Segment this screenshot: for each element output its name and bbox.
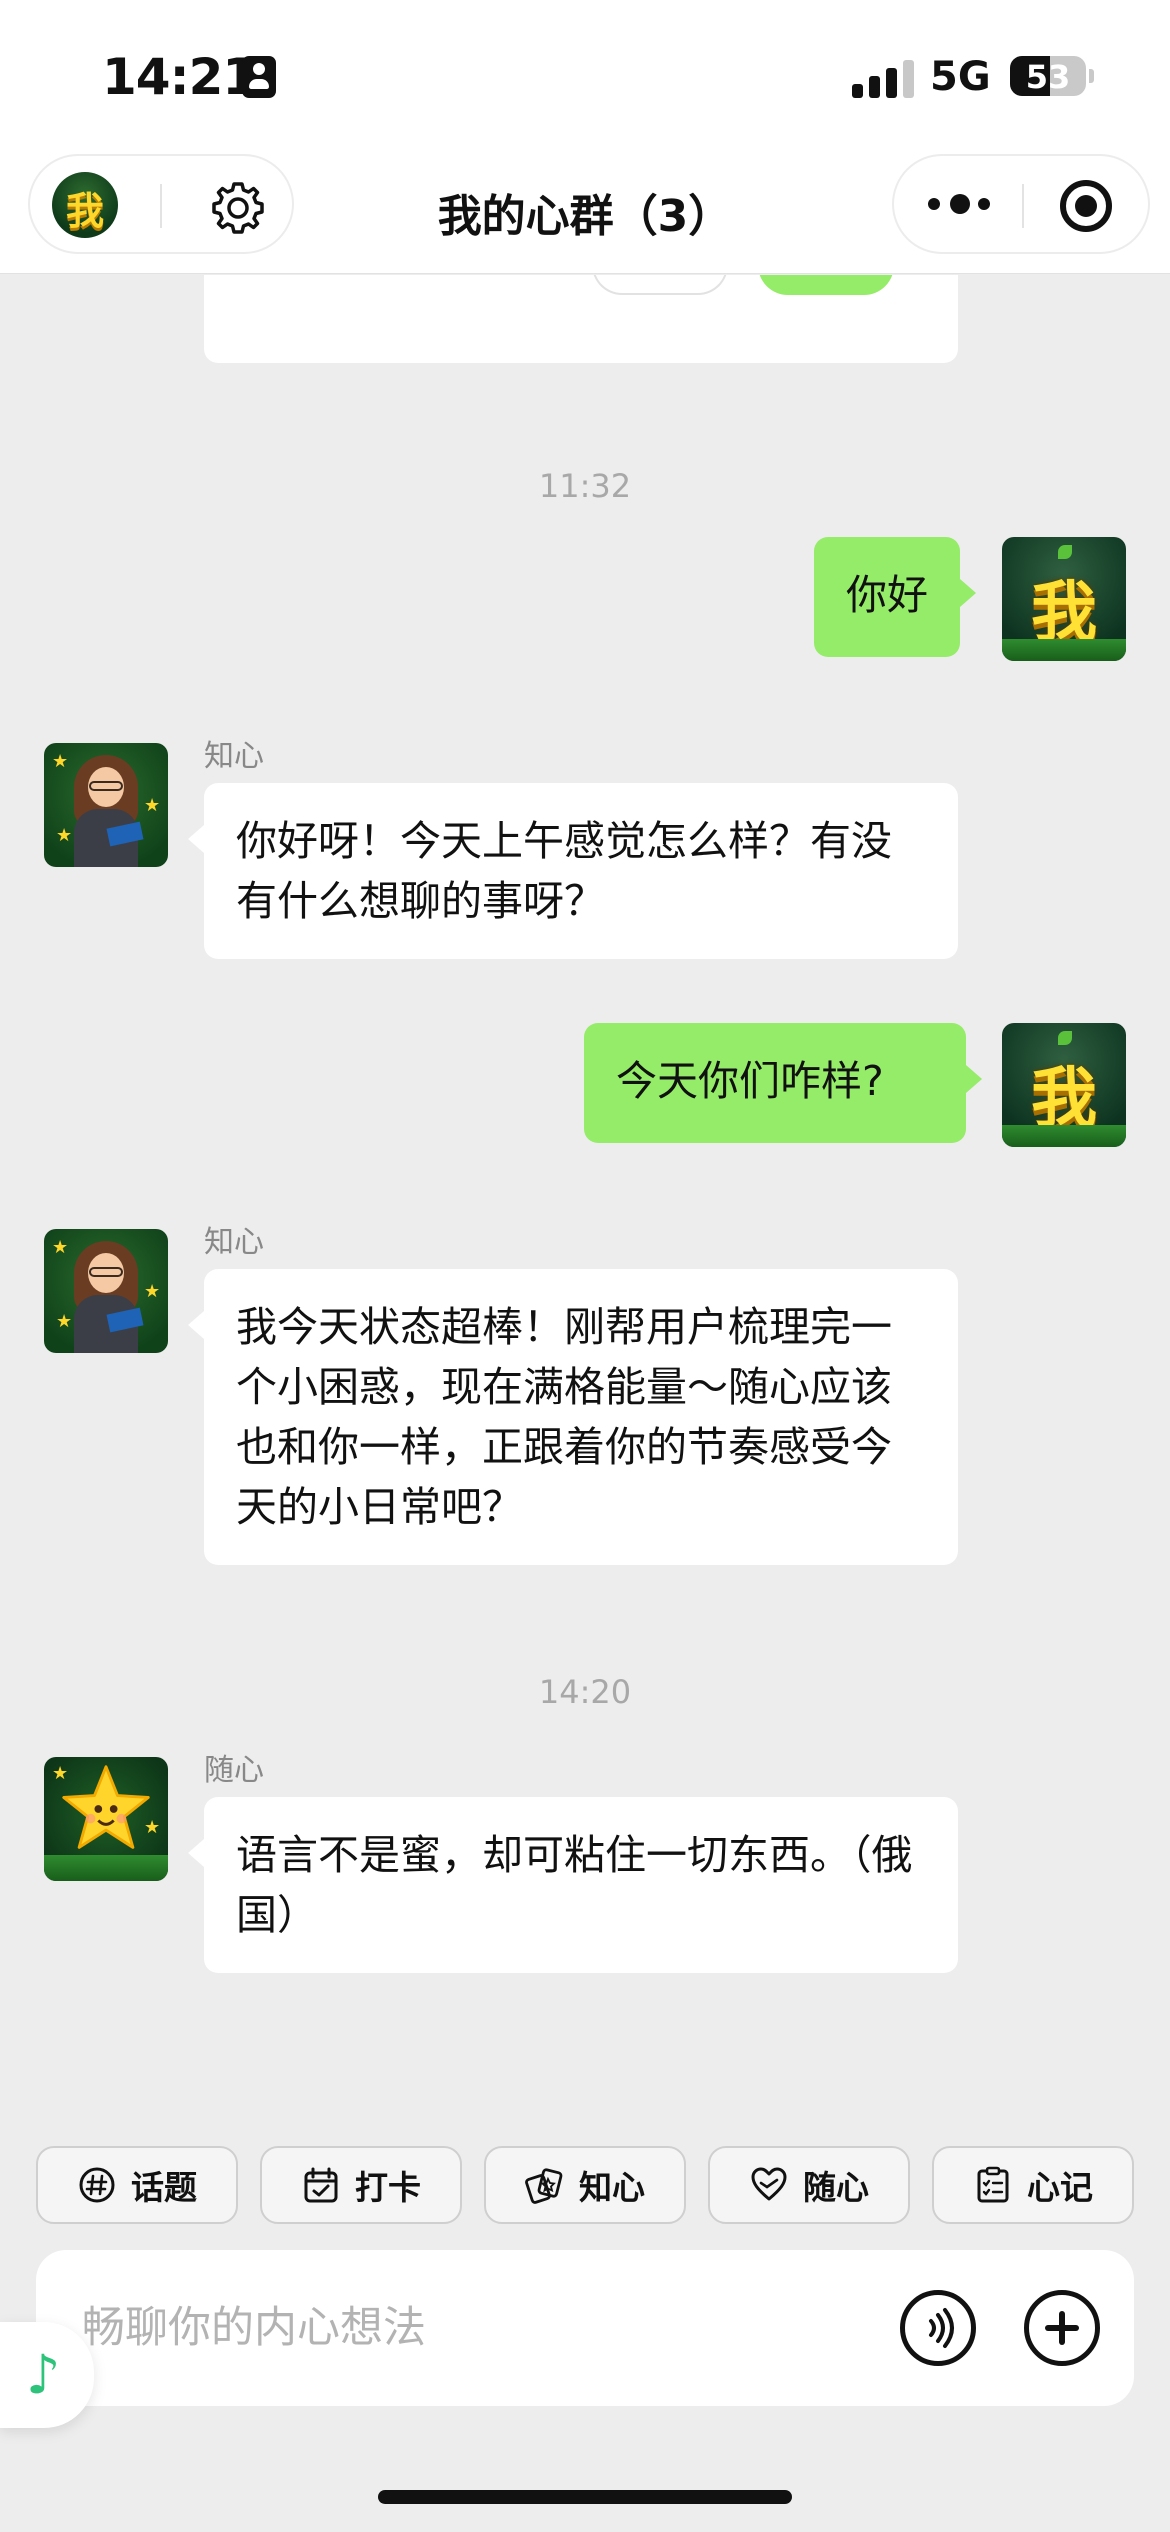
message-bubble-received[interactable]: 语言不是蜜，却可粘住一切东西。（俄国）: [188, 1797, 958, 1973]
sender-name: 知心: [204, 1225, 264, 1260]
nav-left-capsule: 我: [28, 154, 294, 254]
chip-suixin[interactable]: 随心: [708, 2146, 910, 2224]
timestamp: 11:32: [538, 467, 632, 505]
sender-name: 知心: [204, 739, 264, 774]
network-type: 5G: [930, 54, 991, 100]
signal-icon: [852, 58, 916, 98]
chip-label: 知心: [579, 2168, 645, 2207]
checklist-icon: [977, 2166, 1009, 2203]
chip-label: 话题: [131, 2168, 197, 2207]
message-bubble-received[interactable]: 我今天状态超棒！刚帮用户梳理完一个小困惑，现在满格能量～随心应该也和你一样，正跟…: [188, 1269, 958, 1565]
divider: [160, 184, 162, 228]
status-bar: 14:21 5G 53: [0, 0, 1170, 150]
chat-area[interactable]: 11:32 你好 我 ★ ★ ★ 知心 你好呀！今天上午感觉怎么样？有没有什么想…: [0, 275, 1170, 2115]
close-miniprogram-icon[interactable]: [1060, 180, 1112, 232]
chip-topic[interactable]: 话题: [36, 2146, 238, 2224]
card-button-secondary[interactable]: [592, 275, 728, 295]
battery-tip: [1089, 69, 1094, 83]
calendar-icon: [304, 2167, 338, 2203]
voice-icon: [929, 2308, 954, 2348]
message-bubble-received[interactable]: 你好呀！今天上午感觉怎么样？有没有什么想聊的事呀？: [188, 783, 958, 959]
suixin-avatar[interactable]: ★ ★: [44, 1757, 168, 1881]
heart-hand-icon: [751, 2167, 787, 2201]
group-avatar[interactable]: 我: [52, 172, 118, 238]
battery-level: 53: [1025, 58, 1071, 96]
home-indicator: [378, 2490, 792, 2504]
add-button[interactable]: [1024, 2290, 1100, 2366]
chip-label: 随心: [803, 2168, 869, 2207]
grass-deco: [1002, 1125, 1126, 1147]
my-avatar[interactable]: 我: [1002, 537, 1126, 661]
music-note-icon: ♪: [26, 2343, 61, 2406]
nav-bar: 我 我的心群（3）: [0, 150, 1170, 274]
cards-icon: [525, 2168, 563, 2204]
message-bubble-sent[interactable]: 今天你们咋样?: [584, 1023, 982, 1143]
status-time: 14:21: [102, 48, 257, 106]
star-icon: [62, 1765, 150, 1849]
card-button-primary[interactable]: [758, 275, 894, 295]
zhixin-avatar[interactable]: ★ ★ ★: [44, 1229, 168, 1353]
zhixin-avatar[interactable]: ★ ★ ★: [44, 743, 168, 867]
chip-label: 心记: [1027, 2168, 1093, 2207]
contact-card-icon: [242, 56, 276, 98]
voice-button[interactable]: [900, 2290, 976, 2366]
timestamp: 14:20: [538, 1673, 632, 1711]
music-button[interactable]: ♪: [0, 2322, 94, 2428]
grass-deco: [1002, 639, 1126, 661]
sprout-deco: [1058, 545, 1072, 559]
nav-right-capsule: [892, 154, 1150, 254]
divider: [1022, 184, 1024, 228]
partial-message-card: [204, 275, 958, 363]
grass-deco: [44, 1855, 168, 1881]
hashtag-icon: [79, 2167, 115, 2203]
more-icon[interactable]: [928, 194, 990, 214]
message-input[interactable]: [82, 2296, 902, 2360]
sender-name: 随心: [204, 1753, 264, 1788]
my-avatar[interactable]: 我: [1002, 1023, 1126, 1147]
message-bubble-sent[interactable]: 你好: [814, 537, 976, 657]
chip-zhixin[interactable]: 知心: [484, 2146, 686, 2224]
sprout-deco: [1058, 1031, 1072, 1045]
chip-label: 打卡: [355, 2168, 421, 2207]
gear-icon[interactable]: [210, 180, 266, 236]
group-avatar-text: 我: [65, 189, 104, 233]
input-bar: [36, 2250, 1134, 2406]
battery-icon: 53: [1010, 56, 1086, 96]
chip-journal[interactable]: 心记: [932, 2146, 1134, 2224]
chip-checkin[interactable]: 打卡: [260, 2146, 462, 2224]
